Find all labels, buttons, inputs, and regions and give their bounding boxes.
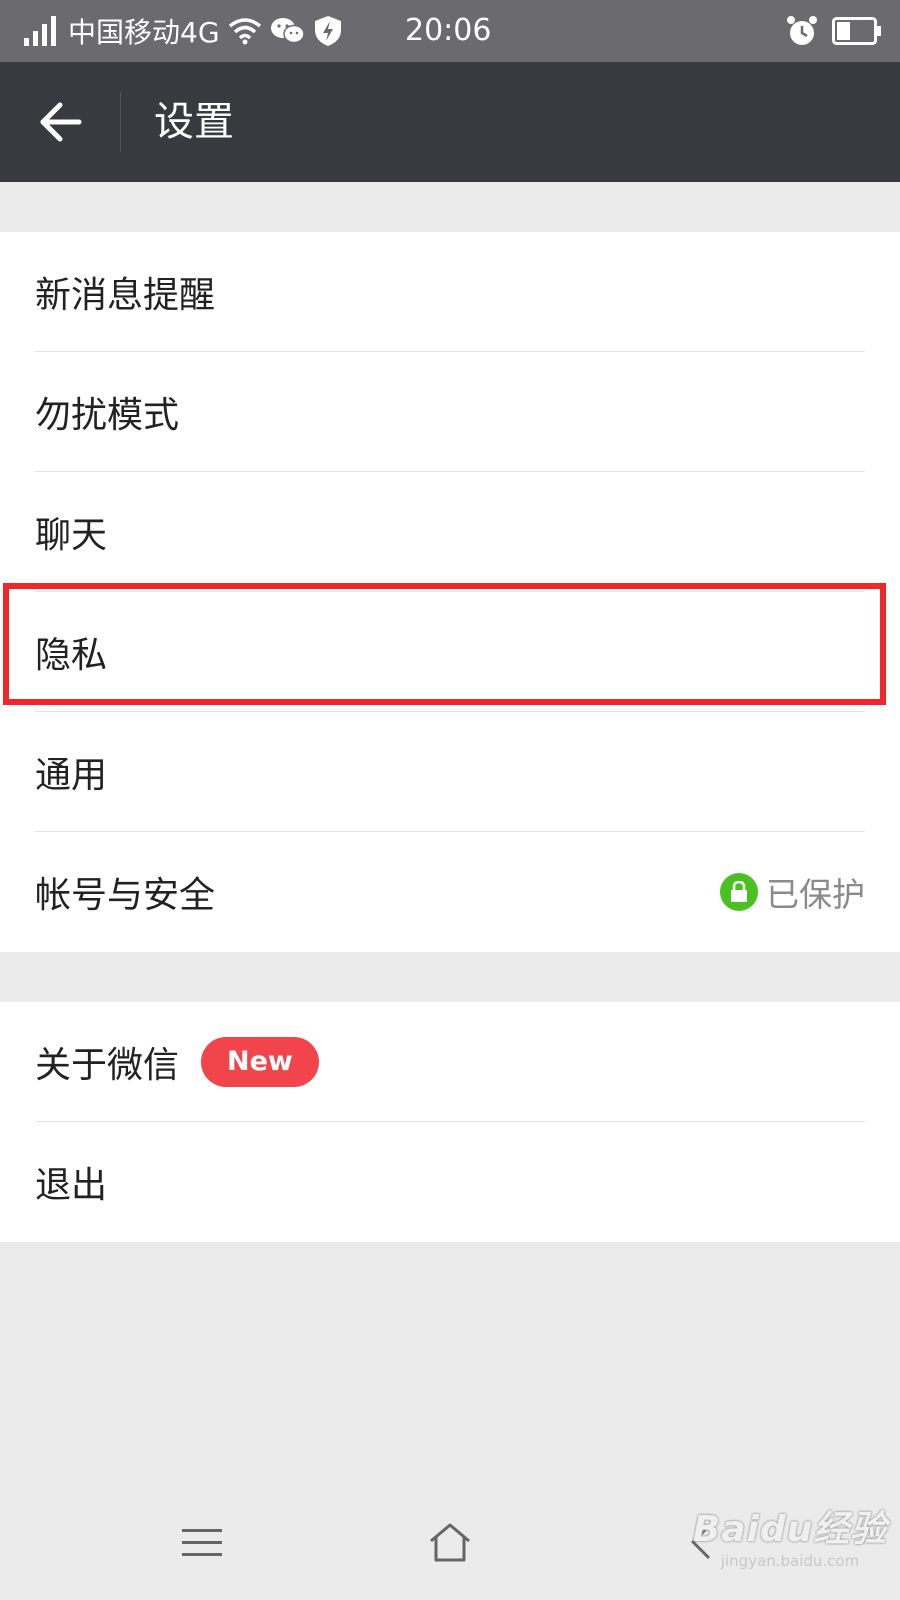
settings-item-do-not-disturb[interactable]: 勿扰模式: [35, 352, 865, 472]
protected-status-text: 已保护: [766, 874, 865, 914]
settings-item-account-security[interactable]: 帐号与安全 已保护: [35, 832, 865, 951]
settings-item-label: 隐私: [35, 634, 108, 676]
settings-item-general[interactable]: 通用: [35, 712, 865, 832]
settings-item-label: 聊天: [35, 514, 108, 556]
settings-group-secondary: 关于微信 New 退出: [0, 1002, 900, 1242]
menu-icon: [181, 1527, 223, 1557]
carrier-label: 中国移动4G: [68, 16, 220, 49]
settings-item-about-wechat[interactable]: 关于微信 New: [35, 1002, 865, 1122]
settings-item-label: 通用: [35, 754, 108, 796]
settings-item-label: 退出: [35, 1164, 108, 1206]
back-button[interactable]: [30, 92, 90, 152]
watermark-sub: jingyan.baidu.com: [720, 1552, 860, 1570]
page-title: 设置: [154, 99, 234, 145]
settings-item-label: 新消息提醒: [35, 274, 216, 316]
appbar-divider: [120, 92, 121, 152]
settings-item-privacy[interactable]: 隐私: [35, 592, 865, 712]
shield-icon: [314, 15, 342, 47]
baidu-watermark: Baidu经验 jingyan.baidu.com: [690, 1500, 890, 1590]
clock-time: 20:06: [405, 13, 492, 48]
settings-item-new-message-alerts[interactable]: 新消息提醒: [35, 232, 865, 352]
home-icon: [428, 1522, 472, 1562]
settings-group-main: 新消息提醒 勿扰模式 聊天 隐私 通用 帐号与安全 已保护: [0, 232, 900, 952]
settings-item-logout[interactable]: 退出: [35, 1122, 865, 1241]
status-right: [786, 0, 882, 62]
nav-menu-button[interactable]: [170, 1510, 234, 1574]
wifi-icon: [228, 17, 262, 45]
settings-item-chat[interactable]: 聊天: [35, 472, 865, 592]
settings-item-label: 关于微信: [35, 1044, 180, 1086]
battery-icon: [832, 17, 882, 45]
alarm-icon: [786, 15, 818, 47]
signal-icon: [24, 16, 60, 46]
new-badge: New: [201, 1036, 319, 1087]
lock-icon: [720, 872, 758, 911]
settings-item-label: 帐号与安全: [35, 874, 216, 916]
nav-home-button[interactable]: [418, 1510, 482, 1574]
app-bar: 设置: [0, 62, 900, 182]
settings-item-label: 勿扰模式: [35, 394, 180, 436]
wechat-icon: [270, 16, 306, 46]
status-bar: 中国移动4G 20:06: [0, 0, 900, 62]
watermark-main: Baidu经验: [692, 1509, 888, 1550]
account-protection-status: 已保护: [720, 832, 865, 951]
back-arrow-icon: [38, 102, 82, 142]
status-left: 中国移动4G: [24, 0, 342, 62]
